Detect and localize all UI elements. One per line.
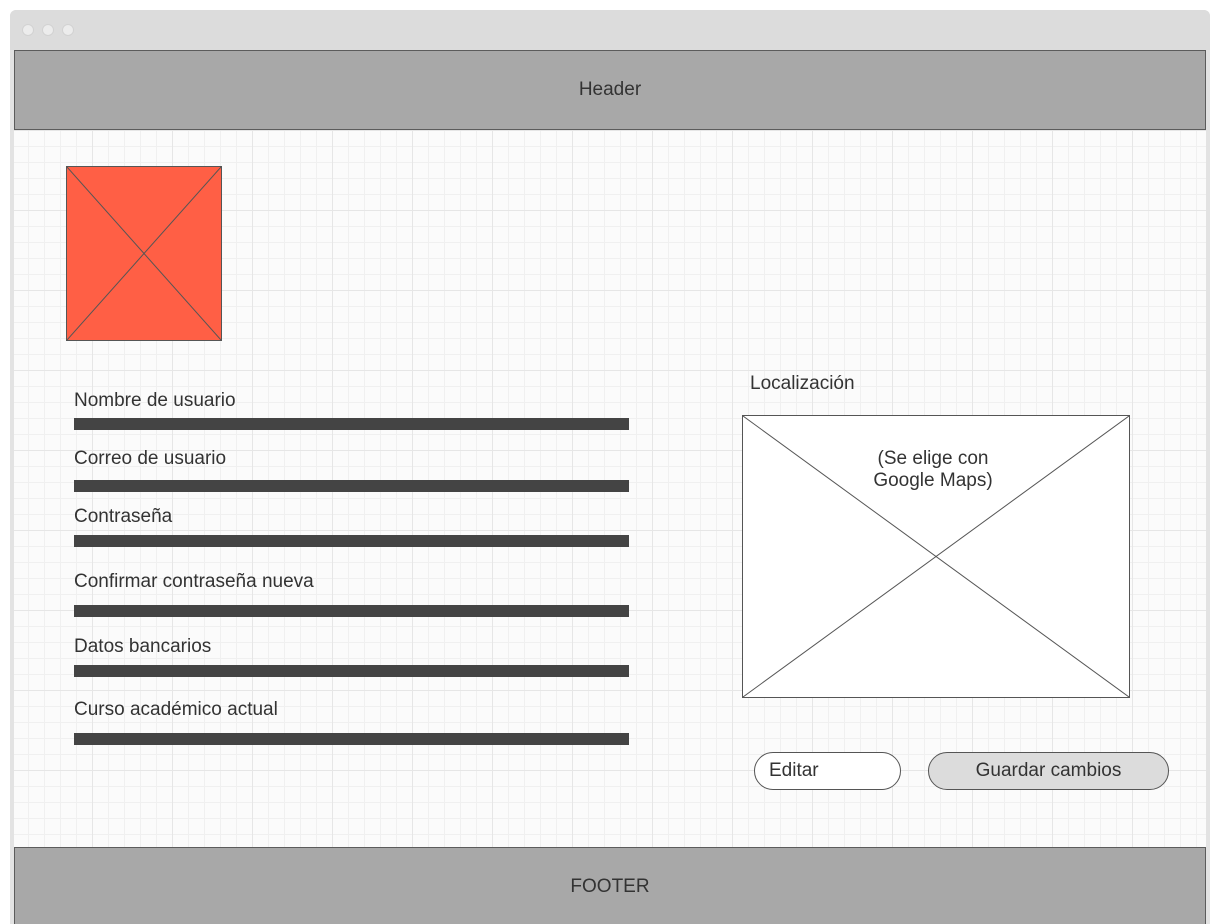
confirm-password-label: Confirmar contraseña nueva [74,571,314,592]
password-label: Contraseña [74,506,173,527]
save-changes-button[interactable]: Guardar cambios [928,752,1169,790]
username-input[interactable] [74,418,629,430]
confirm-password-input[interactable] [74,605,629,617]
window-titlebar [10,10,1210,50]
username-label: Nombre de usuario [74,390,236,411]
email-label: Correo de usuario [74,448,227,469]
header-label: Header [578,79,642,100]
academic-year-label: Curso académico actual [74,699,278,720]
edit-button[interactable]: Editar [754,752,901,790]
map-note: (Se elige con Google Maps) [853,448,1013,492]
bank-details-input[interactable] [74,665,629,677]
window-minimize-dot[interactable] [42,24,54,36]
window-close-dot[interactable] [22,24,34,36]
map-note-line-2: Google Maps) [873,470,993,491]
page-header: Header [14,50,1206,130]
image-placeholder-icon [67,167,221,340]
browser-window: Header Nombre de usuario Correo de usuar… [10,10,1210,924]
profile-image-placeholder[interactable] [66,166,222,341]
map-note-line-1: (Se elige con [877,448,989,469]
academic-year-input[interactable] [74,733,629,745]
location-map-placeholder[interactable]: (Se elige con Google Maps) [742,415,1130,698]
password-input[interactable] [74,535,629,547]
footer-label: FOOTER [570,876,650,897]
location-label: Localización [750,373,855,394]
page-footer: FOOTER [14,847,1206,924]
email-input[interactable] [74,480,629,492]
wireframe-canvas: Header Nombre de usuario Correo de usuar… [14,50,1206,924]
bank-details-label: Datos bancarios [74,636,212,657]
window-maximize-dot[interactable] [62,24,74,36]
